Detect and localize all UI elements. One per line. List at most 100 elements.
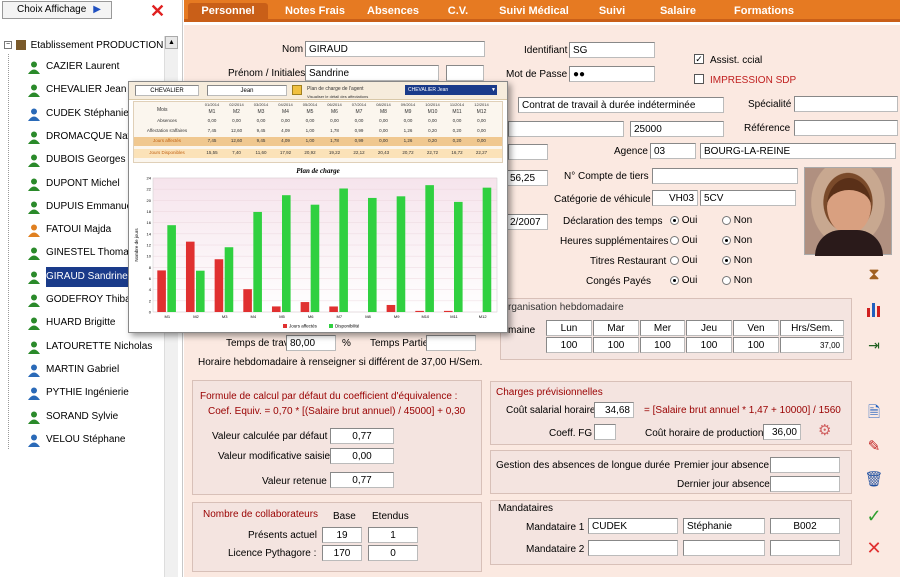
day-value-field[interactable]: 100 — [686, 337, 732, 353]
expand-icon[interactable]: − — [4, 41, 12, 50]
val-calc-field[interactable]: 0,77 — [330, 428, 394, 444]
horaire-text: Horaire hebdomadaire à renseigner si dif… — [198, 357, 483, 368]
bar-chart-icon[interactable] — [864, 300, 884, 320]
employee-item[interactable]: PYTHIE Ingénierie — [28, 383, 150, 403]
day-value-field[interactable]: 37,00 — [780, 337, 844, 353]
dernier-field[interactable] — [770, 476, 840, 492]
day-value-field[interactable]: 100 — [640, 337, 685, 353]
absences-label: Gestion des absences de longue durée — [496, 460, 671, 471]
nom-field[interactable]: GIRAUD — [305, 41, 485, 57]
tab-cv[interactable]: C.V. — [440, 3, 476, 19]
conges-oui[interactable]: Oui — [670, 275, 697, 286]
employee-item[interactable]: VELOU Stéphane — [28, 430, 150, 450]
decl-temps-oui[interactable]: Oui — [670, 215, 697, 226]
edit-document-icon[interactable]: ✎ — [864, 437, 884, 457]
tree-root[interactable]: − Etablissement PRODUCTION — [4, 38, 164, 54]
table-cell: 20,72 — [402, 150, 414, 155]
heures-sup-oui[interactable]: Oui — [670, 235, 697, 246]
mand1-nom-field[interactable]: CUDEK — [588, 518, 678, 534]
employee-item[interactable]: MARTIN Gabriel — [28, 360, 150, 380]
popup-nom-field[interactable]: CHEVALIER — [135, 85, 199, 96]
reference-field[interactable] — [794, 120, 898, 136]
mand2-prenom-field[interactable] — [683, 540, 765, 556]
agence-name-field[interactable]: BOURG-LA-REINE — [700, 143, 896, 159]
presents-label: Présents actuel — [248, 530, 317, 541]
popup-prenom-field[interactable]: Jean — [207, 85, 287, 96]
licence-etendus-field[interactable]: 0 — [368, 545, 418, 561]
conges-non[interactable]: Non — [722, 275, 752, 286]
hourglass-icon[interactable]: ⧗ — [864, 265, 884, 285]
salaire-field[interactable]: 25000 — [630, 121, 724, 137]
agence-code-field[interactable]: 03 — [650, 143, 696, 159]
presents-etendus-field[interactable]: 1 — [368, 527, 418, 543]
mand1-prenom-field[interactable]: Stéphanie — [683, 518, 765, 534]
cancel-icon[interactable]: ✕ — [864, 538, 884, 558]
presents-base-field[interactable]: 19 — [322, 527, 362, 543]
reference-label: Référence — [744, 123, 791, 134]
cout-sal-field[interactable]: 34,68 — [594, 402, 634, 418]
y-tick-label: 0 — [149, 310, 152, 315]
coeff-fg-field[interactable] — [594, 424, 616, 440]
titres-non[interactable]: Non — [722, 255, 752, 266]
scroll-up-icon[interactable]: ▲ — [165, 36, 178, 49]
employee-item[interactable]: LATOURETTE Nicholas — [28, 337, 152, 357]
identifiant-field[interactable]: SG — [569, 42, 655, 58]
date-partial-field[interactable]: 2/2007 — [506, 214, 548, 230]
compte-tiers-field[interactable] — [652, 168, 798, 184]
initiales-field[interactable] — [446, 65, 484, 81]
heures-sup-non[interactable]: Non — [722, 235, 752, 246]
mdp-field[interactable]: ●● — [569, 66, 655, 82]
assist-ccial-checkbox[interactable]: ✓ — [694, 54, 704, 65]
mand2-code-field[interactable] — [770, 540, 840, 556]
partial-field-a[interactable] — [508, 121, 624, 137]
cout-prod-field[interactable]: 36,00 — [763, 424, 801, 440]
val-ret-field[interactable]: 0,77 — [330, 472, 394, 488]
radio-off — [670, 255, 679, 265]
val-modif-field[interactable]: 0,00 — [330, 448, 394, 464]
bar-affectes — [243, 289, 252, 312]
partial-5625-field[interactable]: 56,25 — [506, 170, 548, 186]
tab-absences[interactable]: Absences — [360, 3, 426, 19]
close-icon[interactable]: ✕ — [150, 1, 165, 21]
prenom-field[interactable]: Sandrine — [305, 65, 439, 81]
tab-personnel[interactable]: Personnel — [188, 3, 268, 19]
mand1-code-field[interactable]: B002 — [770, 518, 840, 534]
popup-visualiser-link[interactable]: Visualiser le détail des affectations — [307, 94, 368, 99]
popup-folder-icon[interactable] — [292, 85, 302, 95]
specialite-field[interactable] — [794, 96, 898, 112]
tab-suivi-medical[interactable]: Suivi Médical — [492, 3, 576, 19]
titres-oui[interactable]: Oui — [670, 255, 697, 266]
employee-item[interactable]: CAZIER Laurent — [28, 57, 150, 77]
popup-plan-select[interactable]: CHEVALIER Jean ▼ — [405, 85, 497, 95]
plan-charge-popup[interactable]: CHEVALIER Jean Plan de charge de l'agent… — [128, 81, 508, 333]
choix-affichage-button[interactable]: Choix Affichage ▶ — [2, 1, 112, 19]
y-tick-label: 24 — [147, 176, 152, 181]
add-document-icon[interactable]: 🗎 — [864, 403, 884, 423]
impression-checkbox[interactable] — [694, 74, 704, 85]
partial-field-b[interactable] — [508, 144, 548, 160]
decl-temps-non[interactable]: Non — [722, 215, 752, 226]
day-value-field[interactable]: 100 — [733, 337, 779, 353]
gears-icon[interactable]: ⚙ — [818, 421, 831, 439]
cout-formula: = [Salaire brut annuel * 1,47 + 10000] /… — [644, 405, 841, 416]
validate-icon[interactable]: ✓ — [864, 506, 884, 526]
mand2-nom-field[interactable] — [588, 540, 678, 556]
tab-notes-frais[interactable]: Notes Frais — [278, 3, 352, 19]
tab-salaire[interactable]: Salaire — [654, 3, 702, 19]
day-value-field[interactable]: 100 — [593, 337, 639, 353]
y-tick-label: 6 — [149, 276, 152, 281]
tab-formations[interactable]: Formations — [724, 3, 804, 19]
employee-item[interactable]: SORAND Sylvie — [28, 407, 150, 427]
delete-bin-icon[interactable]: 🗑 — [864, 470, 884, 490]
list-arrow-icon[interactable]: ⇥ — [864, 335, 884, 355]
temps-travail-field[interactable]: 80,00 — [286, 335, 336, 351]
temps-partiel-field[interactable] — [426, 335, 476, 351]
categorie-code-field[interactable]: VH03 — [652, 190, 698, 206]
licence-base-field[interactable]: 170 — [322, 545, 362, 561]
day-value-field[interactable]: 100 — [546, 337, 592, 353]
categorie-val-field[interactable]: 5CV — [700, 190, 796, 206]
contrat-field[interactable]: Contrat de travail à durée indéterminée — [518, 97, 724, 113]
tab-suivi[interactable]: Suivi — [592, 3, 632, 19]
premier-field[interactable] — [770, 457, 840, 473]
y-tick-label: 4 — [149, 287, 152, 292]
